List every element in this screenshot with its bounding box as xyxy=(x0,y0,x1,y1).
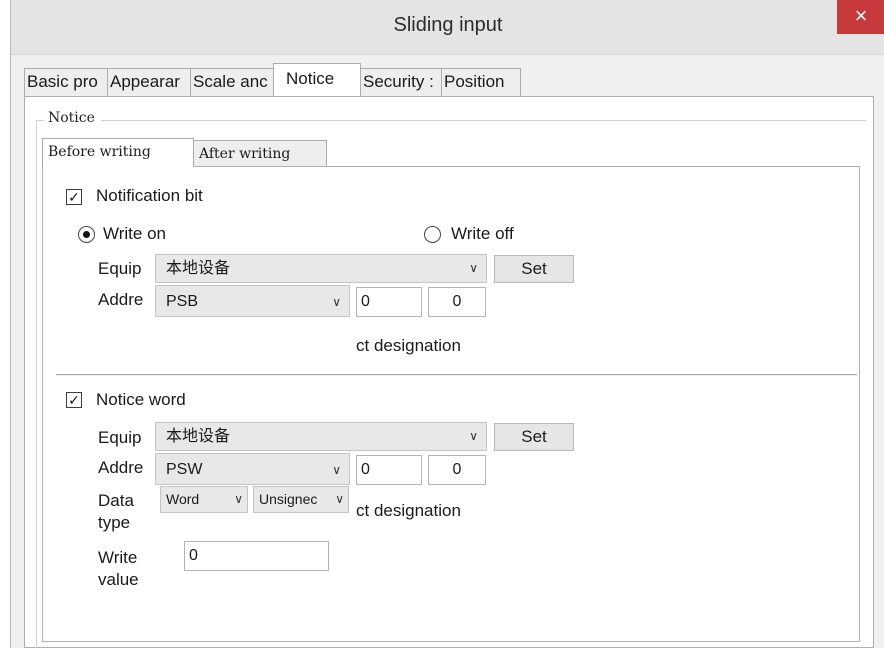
bit-set-button[interactable]: Set xyxy=(494,255,574,283)
word-equip-label: Equip xyxy=(98,428,142,447)
write-value-label-line2: value xyxy=(98,570,139,589)
bit-address-label: Addre xyxy=(98,290,144,309)
bit-address-offset-input[interactable]: 0 xyxy=(428,287,486,317)
data-type-label-line1: Data xyxy=(98,491,134,510)
data-type-select[interactable]: Word ∨ xyxy=(160,486,248,513)
tab-basic-properties[interactable]: Basic pro xyxy=(24,68,108,96)
sign-type-select[interactable]: Unsignec ∨ xyxy=(253,486,349,513)
word-address-type-select[interactable]: PSW ∨ xyxy=(155,453,350,485)
tab-position[interactable]: Position xyxy=(441,68,521,96)
sign-type-value: Unsignec xyxy=(259,491,318,507)
bit-equip-label: Equip xyxy=(98,259,142,278)
write-value-label-line1: Write xyxy=(98,548,138,567)
checkmark-icon: ✓ xyxy=(68,189,80,205)
chevron-down-icon: ∨ xyxy=(332,295,341,309)
bit-indirect-designation-label[interactable]: ct designation xyxy=(356,336,461,356)
chevron-down-icon: ∨ xyxy=(335,492,344,506)
bit-address-input[interactable]: 0 xyxy=(356,287,422,317)
title-bar[interactable]: Sliding input × xyxy=(11,0,884,55)
close-icon: × xyxy=(854,3,868,28)
checkmark-icon: ✓ xyxy=(68,392,80,408)
chevron-down-icon: ∨ xyxy=(332,463,341,477)
write-off-label: Write off xyxy=(451,224,514,243)
close-button[interactable]: × xyxy=(837,0,884,34)
radio-selected-icon xyxy=(83,231,90,238)
write-on-radio[interactable] xyxy=(78,226,95,243)
tab-scale[interactable]: Scale anc xyxy=(190,68,274,96)
window-title: Sliding input xyxy=(393,14,503,36)
word-address-input[interactable]: 0 xyxy=(356,455,422,485)
data-type-label-line2: type xyxy=(98,513,131,532)
bit-equip-select[interactable]: 本地设备 ∨ xyxy=(155,254,487,283)
bit-address-type-value: PSB xyxy=(166,293,199,310)
notification-bit-checkbox[interactable]: ✓ xyxy=(66,189,82,205)
notice-word-label: Notice word xyxy=(96,390,186,409)
tab-appearance[interactable]: Appearar xyxy=(107,68,191,96)
tab-security[interactable]: Security : xyxy=(360,68,442,96)
write-off-radio[interactable] xyxy=(424,226,441,243)
bit-address-type-select[interactable]: PSB ∨ xyxy=(155,285,350,317)
word-equip-select[interactable]: 本地设备 ∨ xyxy=(155,422,487,451)
notice-word-checkbox[interactable]: ✓ xyxy=(66,392,82,408)
word-equip-value: 本地设备 xyxy=(166,428,231,445)
word-address-type-value: PSW xyxy=(166,461,203,478)
chevron-down-icon: ∨ xyxy=(469,261,478,275)
word-indirect-designation-label[interactable]: ct designation xyxy=(356,501,461,521)
tab-notice[interactable]: Notice xyxy=(273,63,361,96)
notice-group-label: Notice xyxy=(44,110,101,126)
data-type-value: Word xyxy=(166,491,200,507)
word-address-label: Addre xyxy=(98,458,144,477)
write-value-input[interactable]: 0 xyxy=(184,541,329,571)
notification-bit-label: Notification bit xyxy=(96,186,203,205)
chevron-down-icon: ∨ xyxy=(234,492,243,506)
bit-equip-value: 本地设备 xyxy=(166,260,231,277)
chevron-down-icon: ∨ xyxy=(469,429,478,443)
tab-before-writing[interactable]: Before writing xyxy=(42,138,194,167)
word-set-button[interactable]: Set xyxy=(494,423,574,451)
tab-after-writing[interactable]: After writing xyxy=(193,140,327,166)
write-on-label: Write on xyxy=(103,224,166,243)
word-address-offset-input[interactable]: 0 xyxy=(428,455,486,485)
section-divider xyxy=(56,374,857,376)
